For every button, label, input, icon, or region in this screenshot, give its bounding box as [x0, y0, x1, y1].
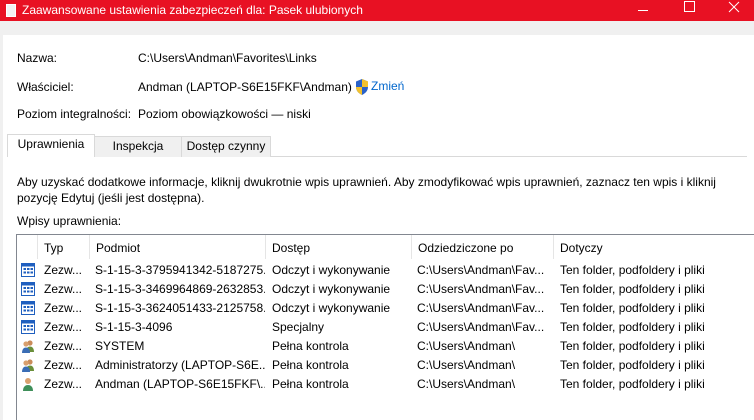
cell-applies-to: Ten folder, podfoldery i pliki [560, 358, 705, 372]
table-row[interactable]: Zezw... Andman (LAPTOP-S6E15FKF\... Pełna … [17, 375, 754, 394]
cell-inherited-from: C:\Users\Andman\Fav... [417, 301, 545, 315]
cell-type: Zezw... [44, 358, 83, 372]
window-title: Zaawansowane ustawienia zabezpieczeń dla… [22, 3, 363, 17]
tab-effective-access[interactable]: Dostęp czynny [181, 136, 271, 157]
minimize-button[interactable] [620, 0, 666, 21]
cell-access: Pełna kontrola [272, 358, 349, 372]
column-header-principal[interactable]: Podmiot [90, 235, 266, 259]
name-value: C:\Users\Andman\Favorites\Links [138, 51, 317, 65]
app-package-icon [21, 282, 35, 296]
document-icon [6, 4, 16, 17]
column-header-applies-to[interactable]: Dotyczy [554, 235, 754, 259]
cell-applies-to: Ten folder, podfoldery i pliki [560, 320, 705, 334]
table-row[interactable]: Zezw... Administratorzy (LAPTOP-S6E... Peł… [17, 356, 754, 375]
cell-inherited-from: C:\Users\Andman\Fav... [417, 320, 545, 334]
cell-type: Zezw... [44, 282, 83, 296]
cell-access: Specjalny [272, 320, 325, 334]
cell-applies-to: Ten folder, podfoldery i pliki [560, 377, 705, 391]
cell-applies-to: Ten folder, podfoldery i pliki [560, 339, 705, 353]
column-header-inherited-from[interactable]: Odziedziczone po [412, 235, 554, 259]
info-text: Aby uzyskać dodatkowe informacje, klikni… [17, 175, 716, 205]
users-group-icon [21, 339, 35, 353]
cell-type: Zezw... [44, 263, 83, 277]
cell-type: Zezw... [44, 339, 83, 353]
cell-applies-to: Ten folder, podfoldery i pliki [560, 263, 705, 277]
cell-principal: SYSTEM [95, 339, 145, 353]
cell-type: Zezw... [44, 301, 83, 315]
app-package-icon [21, 320, 35, 334]
integrity-label: Poziom integralności: [17, 107, 132, 121]
permission-entries-label: Wpisy uprawnienia: [17, 214, 122, 228]
cell-applies-to: Ten folder, podfoldery i pliki [560, 282, 705, 296]
cell-inherited-from: C:\Users\Andman\ [417, 358, 516, 372]
cell-principal: Andman (LAPTOP-S6E15FKF\... [95, 377, 265, 391]
owner-label: Właściciel: [17, 80, 74, 94]
cell-principal: Administratorzy (LAPTOP-S6E... [95, 358, 265, 372]
owner-value: Andman (LAPTOP-S6E15FKF\Andman) [138, 80, 352, 94]
change-owner-link[interactable]: Zmień [371, 79, 404, 93]
cell-inherited-from: C:\Users\Andman\ [417, 339, 516, 353]
cell-inherited-from: C:\Users\Andman\Fav... [417, 263, 545, 277]
name-label: Nazwa: [17, 51, 58, 65]
cell-principal: S-1-15-3-4096 [95, 320, 173, 334]
table-row[interactable]: Zezw... S-1-15-3-3624051433-2125758... Odc… [17, 299, 754, 318]
cell-inherited-from: C:\Users\Andman\Fav... [417, 282, 545, 296]
title-bar[interactable]: Zaawansowane ustawienia zabezpieczeń dla… [0, 0, 754, 21]
cell-type: Zezw... [44, 377, 83, 391]
tab-permissions[interactable]: Uprawnienia [7, 134, 95, 157]
cell-applies-to: Ten folder, podfoldery i pliki [560, 301, 705, 315]
cell-inherited-from: C:\Users\Andman\ [417, 377, 516, 391]
table-row[interactable]: Zezw... S-1-15-3-3795941342-5187275... Odc… [17, 261, 754, 280]
app-package-icon [21, 301, 35, 315]
cell-access: Odczyt i wykonywanie [272, 263, 391, 277]
uac-shield-icon [356, 79, 368, 95]
user-icon [21, 377, 35, 391]
app-package-icon [21, 263, 35, 277]
tab-auditing[interactable]: Inspekcja [94, 136, 182, 157]
column-header-access[interactable]: Dostęp [266, 235, 412, 259]
cell-access: Pełna kontrola [272, 377, 349, 391]
column-header-icon[interactable] [17, 235, 38, 259]
table-row[interactable]: Zezw... SYSTEM Pełna kontrola C:\Users\Andm… [17, 337, 754, 356]
cell-principal: S-1-15-3-3469964869-2632853... [95, 282, 265, 296]
maximize-button[interactable] [666, 0, 712, 21]
cell-access: Odczyt i wykonywanie [272, 282, 391, 296]
permission-entries-list[interactable]: Typ Podmiot Dostęp Odziedziczone po Doty… [16, 234, 754, 420]
cell-principal: S-1-15-3-3795941342-5187275... [95, 263, 265, 277]
cell-principal: S-1-15-3-3624051433-2125758... [95, 301, 265, 315]
cell-type: Zezw... [44, 320, 83, 334]
users-group-icon [21, 358, 35, 372]
table-row[interactable]: Zezw... S-1-15-3-4096 Specjalny C:\Users\An… [17, 318, 754, 337]
integrity-value: Poziom obowiązkowości — niski [138, 107, 311, 121]
column-header-type[interactable]: Typ [38, 235, 90, 259]
cell-access: Odczyt i wykonywanie [272, 301, 391, 315]
close-button[interactable] [712, 0, 754, 21]
cell-access: Pełna kontrola [272, 339, 349, 353]
close-icon [728, 1, 740, 13]
table-row[interactable]: Zezw... S-1-15-3-3469964869-2632853... Odc… [17, 280, 754, 299]
